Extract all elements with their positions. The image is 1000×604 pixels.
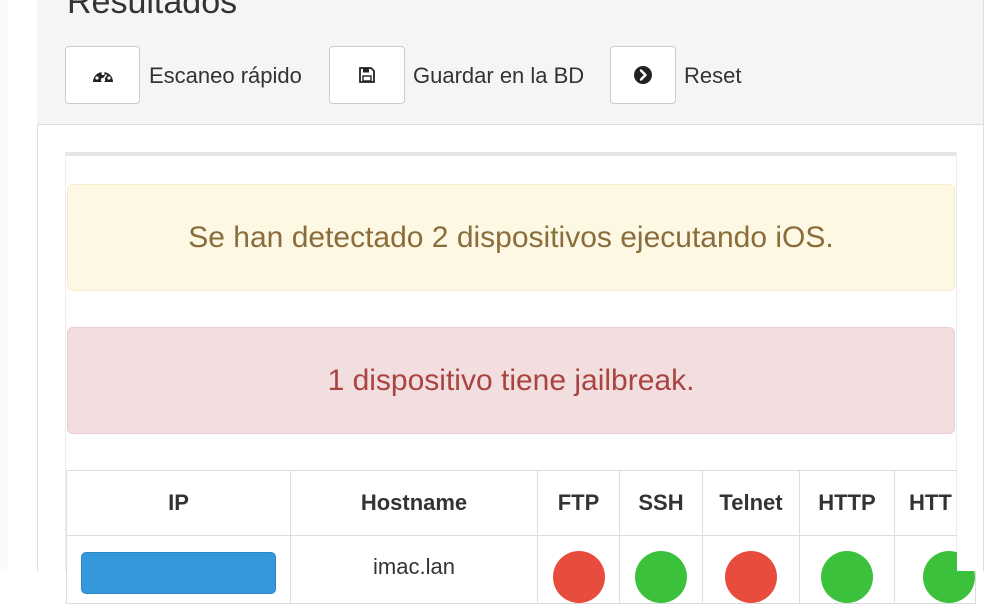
- http-cell: [799, 535, 895, 604]
- telnet-status-dot: [725, 551, 777, 603]
- ip-button[interactable]: [81, 552, 276, 594]
- column-header-ftp: FTP: [537, 470, 620, 536]
- ip-cell: [66, 535, 291, 604]
- column-header-ip: IP: [66, 470, 291, 536]
- circle-arrow-right-icon: [634, 66, 652, 84]
- table-row: imac.lan: [66, 535, 976, 604]
- column-header-ssh: SSH: [619, 470, 703, 536]
- jailbreak-alert: 1 dispositivo tiene jailbreak.: [67, 327, 955, 434]
- panel-left-border: [37, 124, 38, 571]
- ftp-cell: [537, 535, 620, 604]
- column-header-http: HTTP: [799, 470, 895, 536]
- column-header-hostname: Hostname: [290, 470, 538, 536]
- telnet-cell: [702, 535, 800, 604]
- ssh-status-dot: [635, 551, 687, 603]
- ios-devices-alert: Se han detectado 2 dispositivos ejecutan…: [67, 184, 955, 291]
- column-header-telnet: Telnet: [702, 470, 800, 536]
- save-db-button[interactable]: [329, 46, 405, 104]
- reset-label[interactable]: Reset: [684, 63, 741, 89]
- save-db-label[interactable]: Guardar en la BD: [413, 63, 584, 89]
- quick-scan-button[interactable]: [65, 46, 140, 104]
- hostname-cell: imac.lan: [290, 535, 538, 604]
- page-title: Resultados: [67, 0, 238, 21]
- dashboard-icon: [92, 71, 113, 83]
- ios-devices-alert-text: Se han detectado 2 dispositivos ejecutan…: [188, 220, 834, 254]
- results-table: IP Hostname FTP SSH Telnet HTTP HTT imac…: [66, 470, 976, 604]
- ftp-status-dot: [552, 551, 605, 603]
- http-status-dot: [821, 551, 873, 603]
- content-clip: [957, 150, 983, 571]
- reset-button[interactable]: [610, 46, 676, 104]
- hostname-text: imac.lan: [373, 554, 455, 579]
- ssh-cell: [619, 535, 703, 604]
- panel-right-border-top: [983, 0, 984, 571]
- jailbreak-alert-text: 1 dispositivo tiene jailbreak.: [327, 363, 695, 397]
- floppy-disk-icon: [359, 67, 375, 83]
- table-header-row: IP Hostname FTP SSH Telnet HTTP HTT: [66, 470, 976, 536]
- quick-scan-label[interactable]: Escaneo rápido: [149, 63, 302, 89]
